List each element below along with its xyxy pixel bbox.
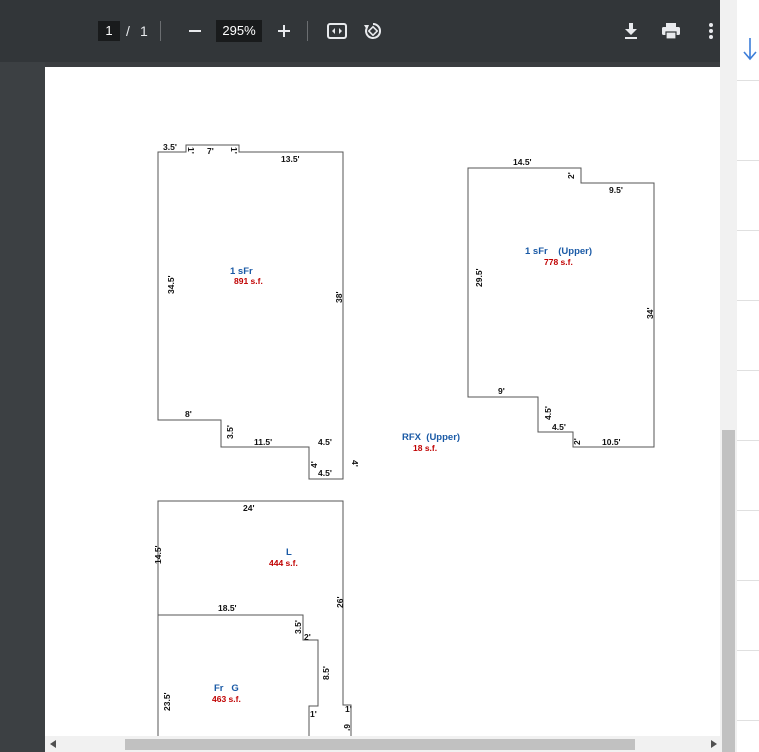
panel-row-divider bbox=[736, 580, 759, 581]
toolbar-divider bbox=[160, 21, 161, 41]
arrow-down-icon[interactable] bbox=[742, 36, 758, 62]
upper-outline bbox=[467, 167, 655, 448]
area-value-upper: 778 s.f. bbox=[544, 257, 573, 267]
dim-label: 4.5' bbox=[318, 468, 332, 478]
panel-row-divider bbox=[736, 440, 759, 441]
dim-label: 2' bbox=[566, 172, 576, 179]
dim-label: 26' bbox=[335, 597, 345, 608]
scroll-right-arrow-icon[interactable] bbox=[711, 740, 717, 748]
dim-label: 2' bbox=[572, 438, 582, 445]
rotate-icon bbox=[364, 22, 382, 39]
toolbar-divider bbox=[307, 21, 308, 41]
page-number-input[interactable]: 1 bbox=[98, 21, 120, 41]
download-icon bbox=[625, 23, 637, 39]
panel-row-divider bbox=[736, 160, 759, 161]
panel-row-divider bbox=[736, 80, 759, 81]
dim-label: 7' bbox=[207, 146, 214, 156]
dim-label: 18.5' bbox=[218, 603, 237, 613]
rotate-button[interactable] bbox=[361, 19, 385, 43]
dim-label: 10.5' bbox=[602, 437, 621, 447]
dim-label: 4' bbox=[309, 461, 319, 468]
fit-to-page-button[interactable] bbox=[325, 19, 349, 43]
area-value-rfx: 18 s.f. bbox=[413, 443, 437, 453]
dim-label: 1' bbox=[345, 704, 352, 714]
pdf-toolbar: 1 / 1 295% bbox=[0, 0, 720, 62]
dim-label: 34.5' bbox=[166, 275, 176, 294]
dim-label: 34' bbox=[645, 308, 655, 319]
area-value-sfr1: 891 s.f. bbox=[234, 276, 263, 286]
print-button[interactable] bbox=[659, 19, 683, 43]
area-label-garage: Fr G bbox=[214, 683, 239, 694]
dim-label: 3.5' bbox=[163, 142, 177, 152]
area-value-garage: 463 s.f. bbox=[212, 694, 241, 704]
sfr1-outline bbox=[157, 144, 344, 480]
area-label-upper: 1 sFr (Upper) bbox=[525, 246, 592, 257]
zoom-out-button[interactable] bbox=[183, 19, 207, 43]
dim-label: 4.5' bbox=[543, 406, 553, 420]
panel-row-divider bbox=[736, 300, 759, 301]
dim-label: 1' bbox=[310, 709, 317, 719]
zoom-input[interactable]: 295% bbox=[216, 20, 262, 42]
dim-label: 1' bbox=[229, 147, 239, 154]
area-label-l: L bbox=[286, 547, 292, 558]
page-separator: / bbox=[126, 23, 130, 39]
dim-label: 38' bbox=[334, 292, 344, 303]
panel-row-divider bbox=[736, 720, 759, 721]
area-value-l: 444 s.f. bbox=[269, 558, 298, 568]
dim-label: 3.5' bbox=[293, 620, 303, 634]
dim-label: 14.5' bbox=[513, 157, 532, 167]
left-gutter bbox=[0, 62, 45, 752]
dim-label: 29.5' bbox=[474, 268, 484, 287]
minus-icon bbox=[189, 30, 201, 32]
plus-icon bbox=[278, 25, 290, 37]
fit-to-page-icon bbox=[327, 23, 347, 39]
dim-label: 4' bbox=[350, 460, 360, 467]
page-total: 1 bbox=[140, 23, 148, 39]
dim-label: 11.5' bbox=[254, 437, 272, 447]
panel-row-divider bbox=[736, 230, 759, 231]
dim-label: 2' bbox=[304, 632, 311, 642]
dim-label: 9.5' bbox=[609, 185, 623, 195]
dim-label: 3.5' bbox=[225, 425, 235, 439]
more-vert-icon bbox=[709, 23, 713, 39]
dim-label: 23.5' bbox=[162, 692, 172, 711]
panel-row-divider bbox=[736, 370, 759, 371]
l-outline bbox=[157, 500, 352, 740]
floor-plan-drawing: 3.5' 1' 7' 1' 13.5' 34.5' 38' 8' 3.5' 11… bbox=[153, 142, 655, 740]
dim-label: 14.5' bbox=[153, 545, 163, 564]
pdf-page: 3.5' 1' 7' 1' 13.5' 34.5' 38' 8' 3.5' 11… bbox=[45, 67, 720, 752]
vertical-scroll-thumb[interactable] bbox=[722, 430, 735, 752]
horizontal-scroll-thumb[interactable] bbox=[125, 739, 635, 750]
dim-label: 4.5' bbox=[318, 437, 332, 447]
zoom-in-button[interactable] bbox=[272, 19, 296, 43]
dim-label: 24' bbox=[243, 503, 254, 513]
dim-label: 4.5' bbox=[552, 422, 566, 432]
panel-row-divider bbox=[736, 650, 759, 651]
dim-label: 13.5' bbox=[281, 154, 300, 164]
download-button[interactable] bbox=[619, 19, 643, 43]
dim-label: 9' bbox=[498, 386, 505, 396]
print-icon bbox=[662, 23, 680, 40]
area-label-rfx: RFX (Upper) bbox=[402, 432, 460, 443]
dim-label: 8.5' bbox=[321, 666, 331, 680]
dim-label: 1' bbox=[186, 147, 196, 154]
dim-label: 6' bbox=[342, 724, 352, 731]
dim-label: 8' bbox=[185, 409, 192, 419]
panel-row-divider bbox=[736, 510, 759, 511]
scroll-left-arrow-icon[interactable] bbox=[50, 740, 56, 748]
